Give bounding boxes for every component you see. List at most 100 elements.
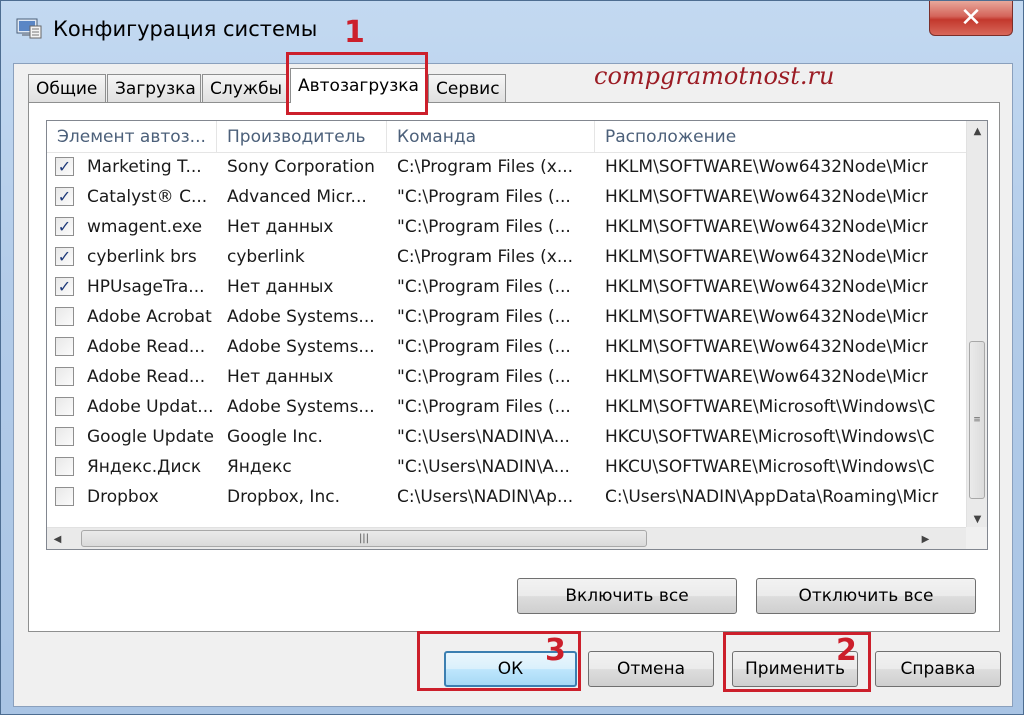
cell-command: "C:\Users\NADIN\A... bbox=[397, 457, 570, 477]
cell-command: "C:\Program Files (... bbox=[397, 307, 571, 327]
system-config-window: Конфигурация системы ✕ compgramotnost.ru… bbox=[0, 0, 1024, 715]
checkbox-unchecked[interactable] bbox=[55, 367, 74, 386]
cell-command: "C:\Program Files (... bbox=[397, 187, 571, 207]
checkmark-icon: ✓ bbox=[57, 247, 72, 266]
cell-item-name: Google Update bbox=[87, 427, 214, 447]
annotation-number-1: 1 bbox=[344, 15, 365, 50]
startup-list[interactable]: Элемент автоз... Производитель Команда Р… bbox=[46, 120, 988, 550]
table-row[interactable]: Dropbox Dropbox, Inc. C:\Users\NADIN\Ap...… bbox=[47, 482, 967, 512]
cell-command: C:\Users\NADIN\Ap... bbox=[397, 487, 574, 507]
table-row[interactable]: Google Update Google Inc. "C:\Users\NADIN\… bbox=[47, 422, 967, 452]
cell-manufacturer: cyberlink bbox=[227, 247, 305, 267]
cell-manufacturer: Adobe Systems... bbox=[227, 337, 375, 357]
tab-tools[interactable]: Сервис bbox=[428, 74, 506, 102]
scroll-down-icon[interactable]: ▼ bbox=[967, 509, 987, 529]
cell-location: HKLM\SOFTWARE\Wow6432Node\Micr bbox=[605, 367, 928, 387]
checkmark-icon: ✓ bbox=[57, 277, 72, 296]
cell-command: "C:\Program Files (... bbox=[397, 277, 571, 297]
cell-item-name: cyberlink brs bbox=[87, 247, 197, 267]
checkbox-checked[interactable]: ✓ bbox=[55, 187, 74, 206]
tab-services[interactable]: Службы bbox=[202, 74, 288, 102]
table-row[interactable]: ✓ Catalyst® C... Advanced Micr... "C:\Progr… bbox=[47, 182, 967, 212]
cell-manufacturer: Нет данных bbox=[227, 217, 334, 237]
cell-location: HKLM\SOFTWARE\Wow6432Node\Micr bbox=[605, 157, 928, 177]
cell-command: "C:\Users\NADIN\A... bbox=[397, 427, 570, 447]
checkbox-unchecked[interactable] bbox=[55, 427, 74, 446]
cell-item-name: Adobe Read... bbox=[87, 337, 206, 357]
close-icon: ✕ bbox=[960, 3, 982, 33]
table-row[interactable]: ✓ HPUsageTra... Нет данных "C:\Program File… bbox=[47, 272, 967, 302]
checkmark-icon: ✓ bbox=[57, 217, 72, 236]
close-button[interactable]: ✕ bbox=[929, 1, 1013, 36]
cell-command: C:\Program Files (x... bbox=[397, 247, 574, 267]
table-row[interactable]: Adobe Updat... Adobe Systems... "C:\Progra… bbox=[47, 392, 967, 422]
list-header: Элемент автоз... Производитель Команда Р… bbox=[47, 121, 967, 153]
checkbox-unchecked[interactable] bbox=[55, 307, 74, 326]
cell-manufacturer: Adobe Systems... bbox=[227, 307, 375, 327]
cell-location: HKLM\SOFTWARE\Wow6432Node\Micr bbox=[605, 187, 928, 207]
horizontal-scroll-thumb[interactable]: ||| bbox=[81, 530, 647, 547]
site-watermark: compgramotnost.ru bbox=[594, 62, 835, 90]
checkbox-checked[interactable]: ✓ bbox=[55, 157, 74, 176]
cancel-button[interactable]: Отмена bbox=[588, 651, 714, 687]
scroll-up-icon[interactable]: ▲ bbox=[967, 121, 987, 141]
checkbox-unchecked[interactable] bbox=[55, 487, 74, 506]
cell-item-name: Adobe Read... bbox=[87, 367, 206, 387]
cell-location: HKLM\SOFTWARE\Wow6432Node\Micr bbox=[605, 277, 928, 297]
help-button[interactable]: Справка bbox=[875, 651, 1001, 687]
cell-command: "C:\Program Files (... bbox=[397, 337, 571, 357]
cell-item-name: Dropbox bbox=[87, 487, 159, 507]
cell-location: HKLM\SOFTWARE\Microsoft\Windows\C bbox=[605, 397, 936, 417]
disable-all-button[interactable]: Отключить все bbox=[756, 578, 976, 614]
cell-item-name: HPUsageTra... bbox=[87, 277, 205, 297]
dialog-client-area: compgramotnost.ru Общие Загрузка Службы … bbox=[13, 62, 1013, 707]
cell-manufacturer: Яндекс bbox=[227, 457, 292, 477]
tab-general[interactable]: Общие bbox=[28, 74, 106, 102]
cell-item-name: Catalyst® C... bbox=[87, 187, 208, 207]
annotation-number-2: 2 bbox=[836, 633, 857, 668]
cell-item-name: Adobe Acrobat bbox=[87, 307, 212, 327]
horizontal-scrollbar[interactable]: ◀ ||| ▶ bbox=[47, 527, 968, 549]
vertical-scroll-thumb[interactable]: ≡ bbox=[969, 341, 985, 499]
column-header-command[interactable]: Команда bbox=[387, 121, 595, 152]
cell-location: HKLM\SOFTWARE\Wow6432Node\Micr bbox=[605, 307, 928, 327]
cell-item-name: wmagent.exe bbox=[87, 217, 203, 237]
scroll-left-icon[interactable]: ◀ bbox=[47, 529, 68, 549]
checkbox-unchecked[interactable] bbox=[55, 457, 74, 476]
column-header-location[interactable]: Расположение bbox=[595, 121, 967, 152]
cell-manufacturer: Нет данных bbox=[227, 367, 334, 387]
cell-location: HKLM\SOFTWARE\Wow6432Node\Micr bbox=[605, 217, 928, 237]
table-row[interactable]: Adobe Read... Adobe Systems... "C:\Program… bbox=[47, 332, 967, 362]
table-row[interactable]: ✓ wmagent.exe Нет данных "C:\Program Files … bbox=[47, 212, 967, 242]
column-header-manufacturer[interactable]: Производитель bbox=[217, 121, 387, 152]
checkmark-icon: ✓ bbox=[57, 187, 72, 206]
column-header-item[interactable]: Элемент автоз... bbox=[47, 121, 217, 152]
cell-manufacturer: Dropbox, Inc. bbox=[227, 487, 340, 507]
checkbox-checked[interactable]: ✓ bbox=[55, 277, 74, 296]
tab-boot[interactable]: Загрузка bbox=[107, 74, 201, 102]
cell-item-name: Яндекс.Диск bbox=[87, 457, 202, 477]
enable-all-button[interactable]: Включить все bbox=[517, 578, 737, 614]
cell-command: "C:\Program Files (... bbox=[397, 217, 571, 237]
checkbox-unchecked[interactable] bbox=[55, 397, 74, 416]
checkbox-unchecked[interactable] bbox=[55, 337, 74, 356]
cell-command: "C:\Program Files (... bbox=[397, 397, 571, 417]
table-row[interactable]: ✓ Marketing T... Sony Corporation C:\Progra… bbox=[47, 152, 967, 182]
table-row[interactable]: ✓ cyberlink brs cyberlink C:\Program Files … bbox=[47, 242, 967, 272]
vertical-scrollbar[interactable]: ▲ ≡ ▼ bbox=[966, 121, 987, 529]
scroll-right-icon[interactable]: ▶ bbox=[915, 529, 936, 549]
cell-location: HKLM\SOFTWARE\Wow6432Node\Micr bbox=[605, 337, 928, 357]
table-row[interactable]: Adobe Read... Нет данных "C:\Program Files… bbox=[47, 362, 967, 392]
cell-manufacturer: Google Inc. bbox=[227, 427, 323, 447]
cell-location: HKCU\SOFTWARE\Microsoft\Windows\C bbox=[605, 427, 935, 447]
cell-command: "C:\Program Files (... bbox=[397, 367, 571, 387]
table-row[interactable]: Adobe Acrobat Adobe Systems... "C:\Program… bbox=[47, 302, 967, 332]
cell-location: C:\Users\NADIN\AppData\Roaming\Micr bbox=[605, 487, 939, 507]
checkbox-checked[interactable]: ✓ bbox=[55, 247, 74, 266]
table-row[interactable]: Яндекс.Диск Яндекс "C:\Users\NADIN\A... HKC… bbox=[47, 452, 967, 482]
checkbox-checked[interactable]: ✓ bbox=[55, 217, 74, 236]
cell-manufacturer: Advanced Micr... bbox=[227, 187, 367, 207]
cell-item-name: Marketing T... bbox=[87, 157, 202, 177]
scroll-corner bbox=[966, 527, 987, 549]
cell-manufacturer: Нет данных bbox=[227, 277, 334, 297]
